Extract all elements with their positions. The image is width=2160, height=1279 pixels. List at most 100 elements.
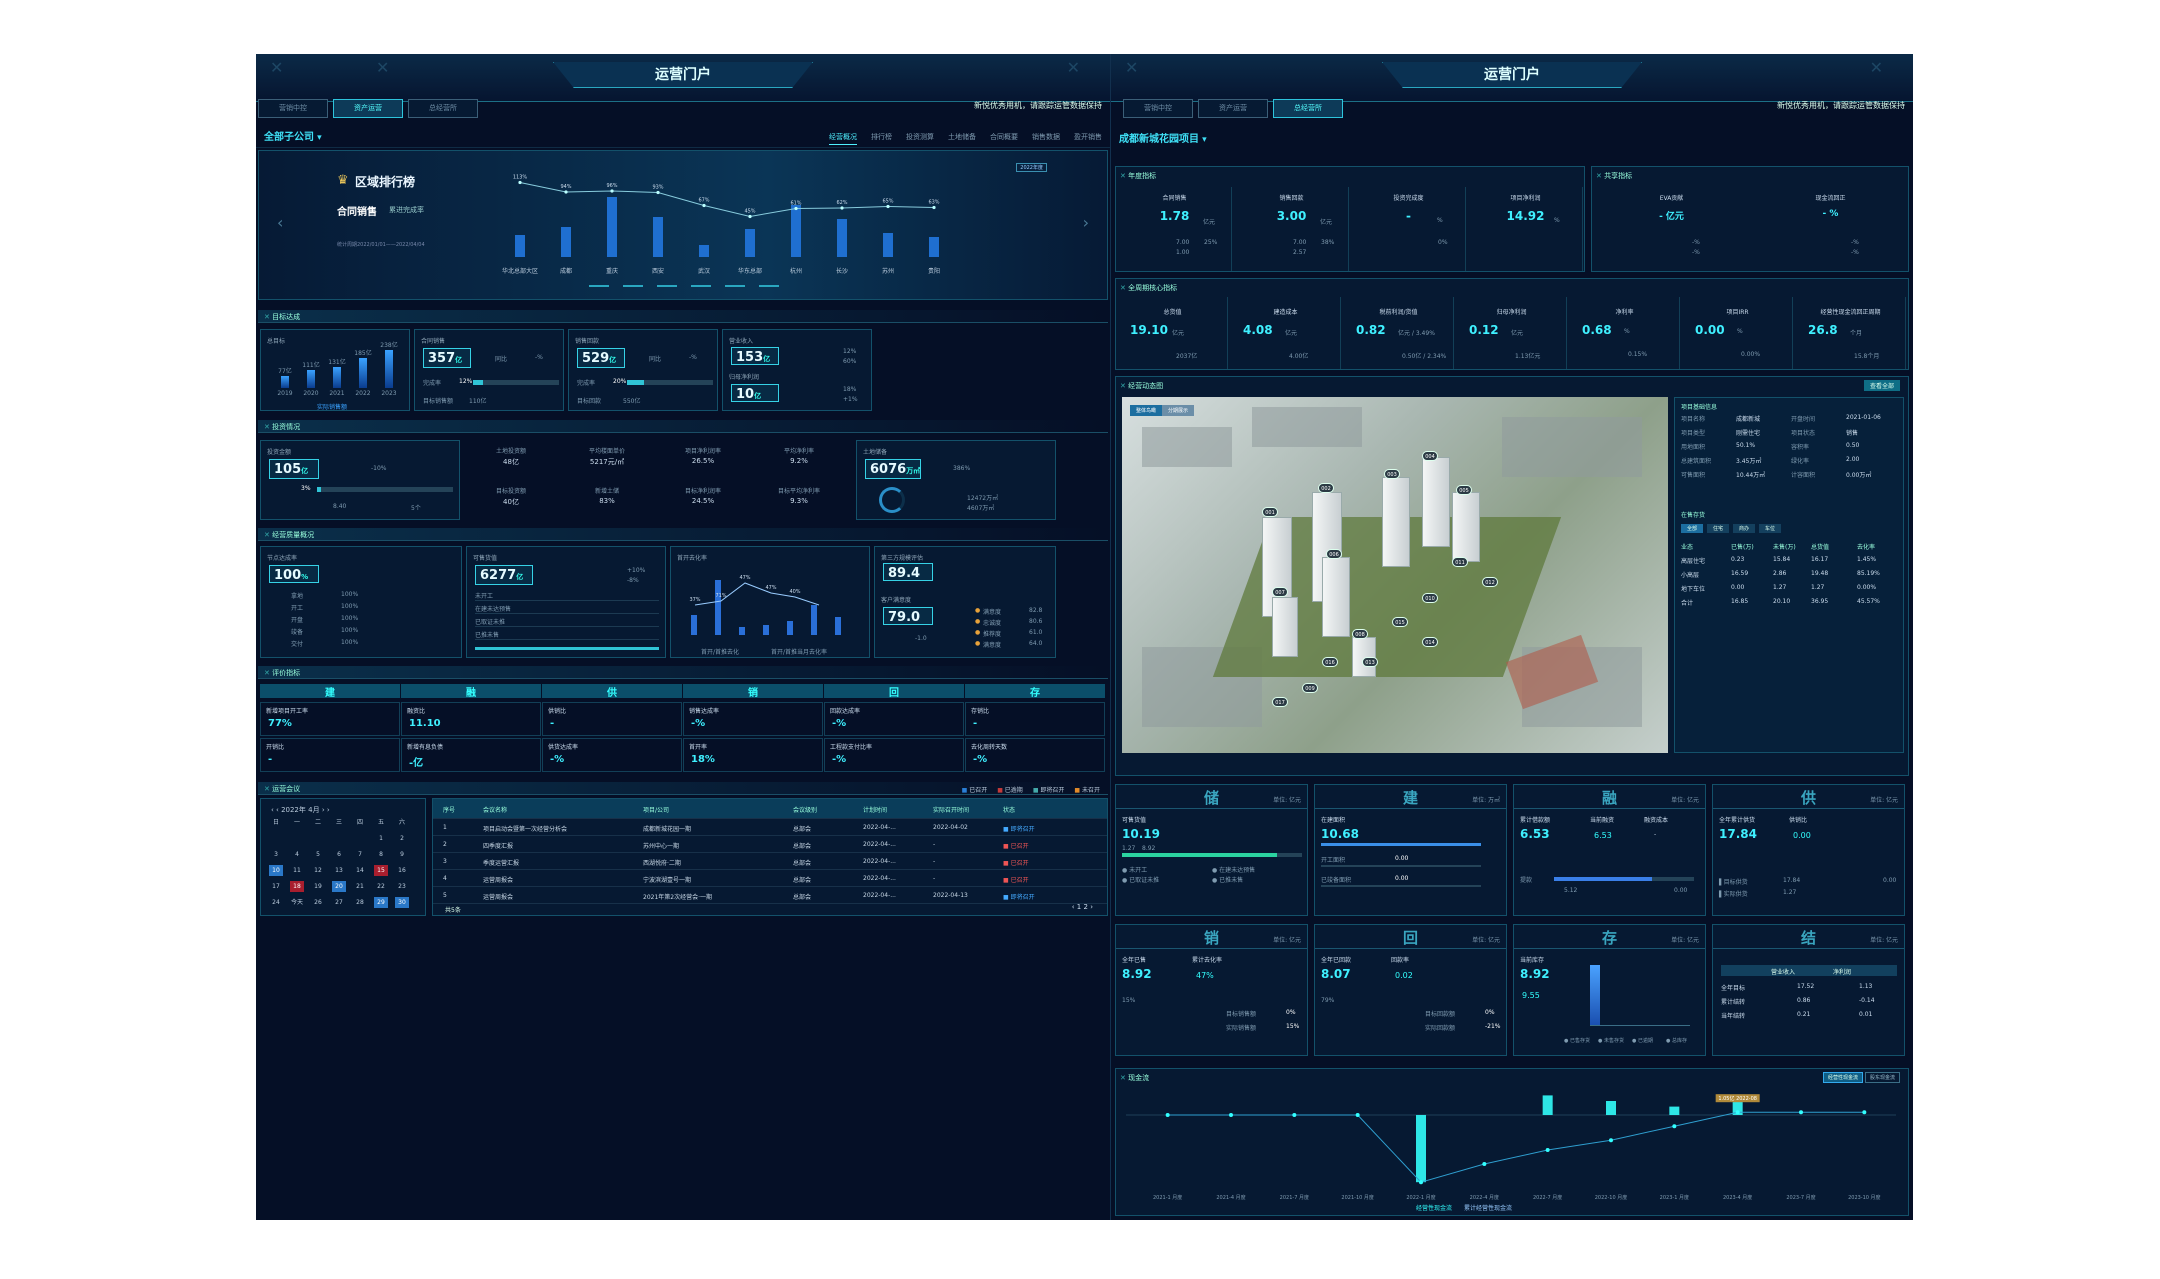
- calendar-day[interactable]: 14: [353, 865, 367, 876]
- calendar-day[interactable]: 21: [353, 881, 367, 892]
- calendar-day[interactable]: 3: [269, 849, 283, 860]
- calendar-day[interactable]: 17: [269, 881, 283, 892]
- calendar-day[interactable]: 26: [311, 897, 325, 908]
- nav-invest[interactable]: 投资测算: [906, 132, 934, 145]
- cash-tab-operating[interactable]: 经营性现金流: [1822, 1072, 1863, 1083]
- calendar-day[interactable]: 13: [332, 865, 346, 876]
- tab-general[interactable]: 总经营所: [1273, 99, 1343, 118]
- kpi-a: 79%: [1321, 997, 1335, 1004]
- building-tag[interactable]: 003: [1384, 469, 1400, 479]
- tab-assets[interactable]: 资产运营: [1198, 99, 1268, 118]
- view-all-button[interactable]: 查看全部: [1863, 380, 1900, 391]
- calendar-day[interactable]: 24: [269, 897, 283, 908]
- nav-sales[interactable]: 销售数据: [1032, 132, 1060, 145]
- table-row[interactable]: 3 季度运营汇报 西湖悦府·二期 总部会 2022-04-... - ■ 已召开: [433, 853, 1107, 870]
- kpi-card: 建单位: 万㎡ 在建面积 10.68 开工面积 0.00 已竣备面积 0.00: [1314, 784, 1507, 916]
- tab-marketing[interactable]: 营销中控: [258, 99, 328, 118]
- building-tag[interactable]: 012: [1482, 577, 1498, 587]
- calendar-day[interactable]: 11: [290, 865, 304, 876]
- building-tag[interactable]: 009: [1302, 683, 1318, 693]
- cash-tab-shareholder[interactable]: 股东现金流: [1864, 1072, 1900, 1083]
- table-row[interactable]: 5 运营周报会 2021年第2次经营会·一期 总部会 2022-04-... 2022-0…: [433, 887, 1107, 904]
- contract-title: 合同销售: [421, 338, 446, 345]
- contract-target-label: 目标销售额: [423, 398, 454, 405]
- calendar-day[interactable]: 4: [290, 849, 304, 860]
- target-bar-label: 2019: [277, 390, 293, 397]
- user-info[interactable]: 新悦优秀用机，请跟踪运管数据保持: [974, 100, 1102, 111]
- company-select[interactable]: 全部子公司: [264, 128, 322, 143]
- on-sale-tab[interactable]: 住宅: [1707, 524, 1730, 533]
- tab-assets[interactable]: 资产运营: [333, 99, 403, 118]
- life-value: 4.08: [1243, 323, 1273, 337]
- land-r1: 12472万㎡: [967, 495, 999, 502]
- page-1[interactable]: 1: [1077, 903, 1081, 911]
- calendar-day[interactable]: 18: [290, 881, 304, 892]
- calendar-day[interactable]: 2: [395, 833, 409, 844]
- building-tag[interactable]: 007: [1272, 587, 1288, 597]
- calendar-day[interactable]: 30: [395, 897, 409, 908]
- table-row[interactable]: 4 运营周报会 宁波滨湖壹号一期 总部会 2022-04-... - ■ 已召开: [433, 870, 1107, 887]
- year-label: 合同销售: [1162, 195, 1187, 202]
- building-tag[interactable]: 001: [1262, 507, 1278, 517]
- carousel-dots[interactable]: [589, 285, 789, 287]
- calendar-day[interactable]: 5: [311, 849, 325, 860]
- building-tag[interactable]: 002: [1318, 483, 1334, 493]
- calendar-day[interactable]: 23: [395, 881, 409, 892]
- calendar-day[interactable]: 15: [374, 865, 388, 876]
- next-arrow-icon[interactable]: ›: [1083, 213, 1089, 232]
- calendar-day[interactable]: 29: [374, 897, 388, 908]
- nav-land[interactable]: 土地储备: [948, 132, 976, 145]
- nav-contract[interactable]: 合同概要: [990, 132, 1018, 145]
- nav-open[interactable]: 盈开销售: [1074, 132, 1102, 145]
- building-tag[interactable]: 010: [1422, 593, 1438, 603]
- on-sale-tab[interactable]: 全部: [1681, 524, 1704, 533]
- on-sale-tab[interactable]: 商办: [1733, 524, 1756, 533]
- building-tag[interactable]: 017: [1272, 697, 1288, 707]
- tab-general[interactable]: 总经营所: [408, 99, 478, 118]
- calendar-day[interactable]: 8: [374, 849, 388, 860]
- calendar-day[interactable]: 27: [332, 897, 346, 908]
- calendar-day[interactable]: 19: [311, 881, 325, 892]
- building-tag[interactable]: 011: [1452, 557, 1468, 567]
- project-select[interactable]: 成都新城花园项目: [1119, 130, 1207, 145]
- building-tag[interactable]: 005: [1456, 485, 1472, 495]
- building-tag[interactable]: 015: [1392, 617, 1408, 627]
- info-cell: 10.44万㎡: [1736, 472, 1766, 479]
- prev-arrow-icon[interactable]: ‹: [277, 213, 283, 232]
- building-tag[interactable]: 008: [1352, 629, 1368, 639]
- rank-point: [702, 203, 706, 208]
- table-row[interactable]: 1 项目启动会暨第一次经营分析会 成都新城花园一期 总部会 2022-04-... 202…: [433, 819, 1107, 836]
- node-card: 节点达成率 100% 拿地 100% 开工 100% 开盘 100% 竣备 100% 交付 100…: [260, 546, 462, 658]
- aerial-view[interactable]: 001 002 003 004 005 006 007 008 009 010 011 012 013 0…: [1122, 397, 1668, 753]
- tab-marketing[interactable]: 营销中控: [1123, 99, 1193, 118]
- calendar-day[interactable]: 9: [395, 849, 409, 860]
- calendar-day[interactable]: 7: [353, 849, 367, 860]
- building-tag[interactable]: 006: [1326, 549, 1342, 559]
- calendar-day[interactable]: 6: [332, 849, 346, 860]
- table-row[interactable]: 2 四季度汇报 苏州中心一期 总部会 2022-04-... - ■ 已召开: [433, 836, 1107, 853]
- nav-ranking[interactable]: 排行榜: [871, 132, 892, 145]
- building-tag[interactable]: 004: [1422, 451, 1438, 461]
- map-tab-phase[interactable]: 分期展示: [1162, 405, 1195, 416]
- building-tag[interactable]: 013: [1362, 657, 1378, 667]
- calendar-day[interactable]: 今天: [290, 897, 304, 908]
- on-sale-tab[interactable]: 车位: [1759, 524, 1782, 533]
- calendar-day[interactable]: 20: [332, 881, 346, 892]
- eval-value: -%: [550, 754, 565, 765]
- calendar-day[interactable]: 28: [353, 897, 367, 908]
- building-tag[interactable]: 016: [1322, 657, 1338, 667]
- calendar-month[interactable]: 4月: [308, 806, 319, 814]
- calendar-day[interactable]: 1: [374, 833, 388, 844]
- building-tag[interactable]: 014: [1422, 637, 1438, 647]
- calendar-day[interactable]: 16: [395, 865, 409, 876]
- calendar-day[interactable]: 12: [311, 865, 325, 876]
- calendar-year[interactable]: 2022年: [281, 806, 306, 814]
- map-tab-overall[interactable]: 整体鸟瞰: [1130, 405, 1163, 416]
- year-chip[interactable]: 2022年度: [1016, 163, 1047, 172]
- page-2[interactable]: 2: [1084, 903, 1088, 911]
- user-info[interactable]: 新悦优秀用机，请跟踪运管数据保持: [1777, 100, 1905, 111]
- calendar-day[interactable]: 10: [269, 865, 283, 876]
- settle-head: 营业收入: [1771, 969, 1796, 976]
- calendar-day[interactable]: 22: [374, 881, 388, 892]
- nav-overview[interactable]: 经营概况: [829, 132, 857, 145]
